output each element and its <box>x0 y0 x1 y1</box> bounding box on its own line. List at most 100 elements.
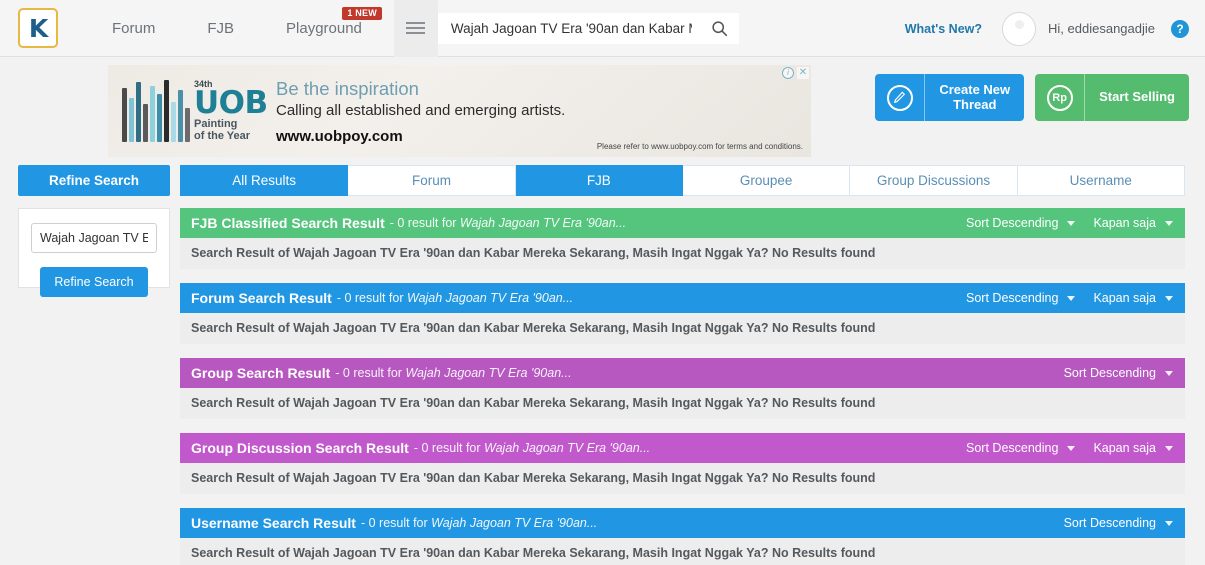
result-title: FJB Classified Search Result <box>191 215 385 231</box>
result-body-text: Search Result of Wajah Jagoan TV Era '90… <box>180 463 1185 494</box>
tab-groupee[interactable]: Groupee <box>682 165 851 196</box>
main-nav: Forum FJB Playground 1 NEW <box>58 0 388 57</box>
tab-all-results[interactable]: All Results <box>180 165 349 196</box>
ad-copy: Be the inspiration Calling all establish… <box>268 78 811 145</box>
header-right-zone: What's New? Hi, eddiesangadjie ? <box>905 0 1193 57</box>
result-title: Group Discussion Search Result <box>191 440 409 456</box>
whats-new-link[interactable]: What's New? <box>905 22 982 36</box>
refine-search-button[interactable]: Refine Search <box>40 267 148 297</box>
ad-close-icon[interactable]: ✕ <box>797 67 809 79</box>
result-header: Group Search Result - 0 result for Wajah… <box>180 358 1185 388</box>
result-header: Username Search Result - 0 result for Wa… <box>180 508 1185 538</box>
ad-info-icon[interactable]: i <box>782 67 794 79</box>
ad-terms: Please refer to www.uobpoy.com for terms… <box>596 142 803 151</box>
refine-search-tab[interactable]: Refine Search <box>18 165 170 196</box>
result-query: Wajah Jagoan TV Era '90an... <box>459 216 627 230</box>
tab-username[interactable]: Username <box>1017 165 1185 196</box>
nav-item-forum[interactable]: Forum <box>86 0 181 57</box>
chevron-down-icon <box>1067 445 1076 451</box>
chevron-down-icon <box>1165 295 1173 301</box>
sort-dropdown[interactable]: Sort Descending <box>966 441 1076 455</box>
result-controls: Sort Descending <box>1064 516 1173 530</box>
result-query: Wajah Jagoan TV Era '90an... <box>407 291 574 305</box>
create-new-thread-button[interactable]: Create New Thread <box>875 74 1025 121</box>
start-selling-button[interactable]: Rp Start Selling <box>1035 74 1189 121</box>
result-meta: - 0 result for Wajah Jagoan TV Era '90an… <box>361 516 597 530</box>
result-meta: - 0 result for Wajah Jagoan TV Era '90an… <box>414 441 650 455</box>
sort-dropdown-label: Sort Descending <box>966 216 1059 230</box>
refine-search-panel: Refine Search <box>18 208 170 297</box>
result-count-text: - 0 result for <box>413 441 481 455</box>
hamburger-line <box>406 32 426 34</box>
chevron-down-icon <box>1165 520 1173 526</box>
help-icon[interactable]: ? <box>1171 19 1189 38</box>
rupiah-circle-icon: Rp <box>1035 74 1086 121</box>
result-title: Forum Search Result <box>191 290 332 306</box>
search-results-list: FJB Classified Search Result - 0 result … <box>180 208 1185 565</box>
tab-forum[interactable]: Forum <box>348 165 516 196</box>
time-filter-dropdown[interactable]: Kapan saja <box>1093 441 1173 455</box>
time-filter-label: Kapan saja <box>1093 216 1156 230</box>
sort-dropdown[interactable]: Sort Descending <box>1064 366 1173 380</box>
result-meta: - 0 result for Wajah Jagoan TV Era '90an… <box>337 291 573 305</box>
search-input[interactable] <box>438 20 702 36</box>
result-query: Wajah Jagoan TV Era '90an... <box>405 366 572 380</box>
sort-dropdown-label: Sort Descending <box>1063 516 1156 530</box>
sort-dropdown-label: Sort Descending <box>966 291 1059 305</box>
ad-controls: i ✕ <box>782 67 809 79</box>
hamburger-line <box>406 27 426 29</box>
result-tabs: All Results Forum FJB Groupee Group Disc… <box>180 165 1185 196</box>
result-title: Username Search Result <box>191 515 356 531</box>
time-filter-label: Kapan saja <box>1093 291 1156 305</box>
result-count-text: - 0 result for <box>360 516 428 530</box>
result-query: Wajah Jagoan TV Era '90an... <box>431 516 598 530</box>
result-header: FJB Classified Search Result - 0 result … <box>180 208 1185 238</box>
nav-item-label: FJB <box>207 19 235 37</box>
sort-dropdown[interactable]: Sort Descending <box>966 291 1076 305</box>
search-button[interactable] <box>702 13 738 44</box>
create-new-thread-label: Create New Thread <box>939 81 1011 112</box>
result-block-username: Username Search Result - 0 result for Wa… <box>180 508 1185 565</box>
start-selling-label: Start Selling <box>1099 89 1175 105</box>
site-logo[interactable]: K <box>18 8 58 48</box>
search-bar <box>437 12 739 44</box>
result-header: Group Discussion Search Result - 0 resul… <box>180 433 1185 463</box>
ad-headline: Be the inspiration <box>276 77 419 99</box>
tabs-row: Refine Search All Results Forum FJB Grou… <box>0 165 1205 196</box>
result-body-text: Search Result of Wajah Jagoan TV Era '90… <box>180 538 1185 565</box>
search-icon <box>712 20 728 36</box>
sort-dropdown[interactable]: Sort Descending <box>1064 516 1173 530</box>
time-filter-label: Kapan saja <box>1093 441 1156 455</box>
uob-brush-bars-icon <box>122 80 190 142</box>
new-badge: 1 NEW <box>342 6 382 21</box>
result-block-group: Group Search Result - 0 result for Wajah… <box>180 358 1185 419</box>
tab-group-discussions[interactable]: Group Discussions <box>850 165 1018 196</box>
result-body-text: Search Result of Wajah Jagoan TV Era '90… <box>180 238 1185 269</box>
result-count-text: - 0 result for <box>336 291 404 305</box>
result-query: Wajah Jagoan TV Era '90an... <box>484 441 651 455</box>
refine-search-input[interactable] <box>31 223 157 253</box>
avatar[interactable] <box>1002 11 1037 46</box>
time-filter-dropdown[interactable]: Kapan saja <box>1093 216 1173 230</box>
advertisement-row: 34th UOB Painting of the Year Be the ins… <box>0 62 1205 162</box>
hamburger-line <box>406 22 426 24</box>
chevron-down-icon <box>1165 445 1173 451</box>
result-header: Forum Search Result - 0 result for Wajah… <box>180 283 1185 313</box>
sort-dropdown[interactable]: Sort Descending <box>966 216 1076 230</box>
time-filter-dropdown[interactable]: Kapan saja <box>1093 291 1173 305</box>
uob-advertisement[interactable]: 34th UOB Painting of the Year Be the ins… <box>108 65 811 157</box>
logo-k-glyph: K <box>28 13 48 43</box>
result-meta: - 0 result for Wajah Jagoan TV Era '90an… <box>390 216 626 230</box>
result-controls: Sort Descending Kapan saja <box>966 441 1173 455</box>
nav-item-fjb[interactable]: FJB <box>181 0 260 57</box>
result-controls: Sort Descending Kapan saja <box>966 291 1173 305</box>
hamburger-menu-icon[interactable] <box>393 0 438 57</box>
tab-fjb[interactable]: FJB <box>515 165 683 196</box>
chevron-down-icon <box>1165 370 1173 376</box>
nav-item-playground[interactable]: Playground 1 NEW <box>260 0 388 57</box>
pencil-icon <box>894 91 906 103</box>
result-block-fjb-classified: FJB Classified Search Result - 0 result … <box>180 208 1185 269</box>
user-greeting: Hi, eddiesangadjie <box>1048 21 1155 36</box>
ad-subheadline: Calling all established and emerging art… <box>276 101 566 119</box>
chevron-down-icon <box>1067 220 1076 226</box>
